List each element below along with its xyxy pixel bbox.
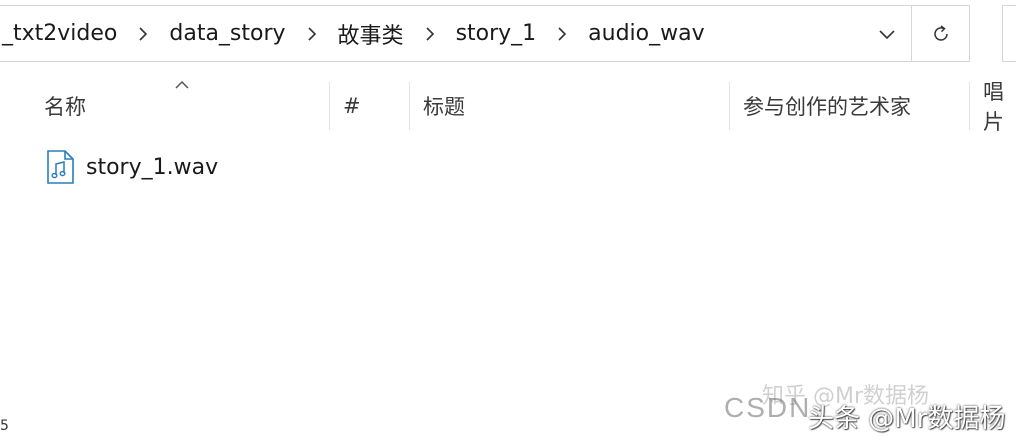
address-bar[interactable]: _txt2video data_story 故事类 story_1 audio_…: [0, 5, 970, 62]
column-divider[interactable]: [969, 82, 970, 130]
chevron-right-icon[interactable]: [410, 6, 450, 61]
column-number[interactable]: #: [343, 78, 361, 134]
address-history-dropdown[interactable]: [861, 6, 913, 61]
column-album[interactable]: 唱片: [983, 78, 1016, 134]
list-item[interactable]: story_1.wav: [38, 146, 218, 188]
refresh-icon: [933, 24, 948, 41]
breadcrumb-data-story[interactable]: data_story: [163, 21, 291, 46]
column-name[interactable]: 名称: [44, 78, 86, 134]
breadcrumb-txt2video[interactable]: _txt2video: [0, 21, 123, 46]
chevron-right-icon[interactable]: [123, 6, 163, 61]
audio-file-icon: [47, 150, 74, 184]
chevron-right-icon[interactable]: [292, 6, 332, 61]
column-header-row: 名称 # 标题 参与创作的艺术家 唱片: [0, 78, 1016, 134]
breadcrumb-story-1[interactable]: story_1: [450, 21, 543, 46]
file-name: story_1.wav: [86, 154, 219, 180]
refresh-button[interactable]: [911, 6, 969, 61]
chevron-down-icon: [879, 29, 895, 39]
column-title[interactable]: 标题: [423, 78, 465, 134]
edge-text: 5: [0, 418, 9, 434]
column-contributing-artists[interactable]: 参与创作的艺术家: [743, 78, 911, 134]
sort-ascending-icon: [175, 80, 189, 89]
column-divider[interactable]: [329, 82, 330, 130]
search-box[interactable]: [1002, 5, 1016, 62]
breadcrumb-story-category[interactable]: 故事类: [332, 18, 410, 50]
column-divider[interactable]: [729, 82, 730, 130]
breadcrumb-audio-wav[interactable]: audio_wav: [582, 21, 710, 46]
chevron-right-icon[interactable]: [542, 6, 582, 61]
toutiao-watermark: 头条 @Mr数据杨: [808, 404, 1006, 434]
csdn-watermark: CSDN: [724, 392, 812, 423]
column-divider[interactable]: [409, 82, 410, 130]
